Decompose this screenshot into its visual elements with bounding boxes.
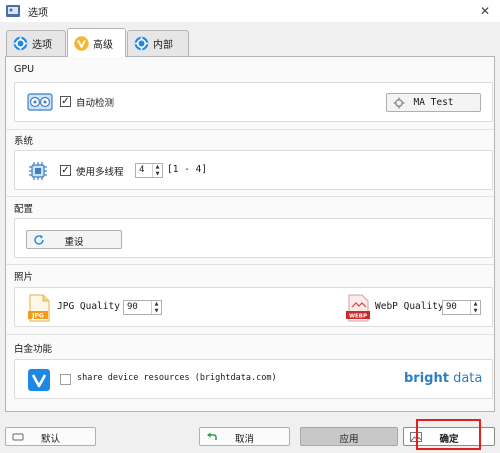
stepper-arrows: ▲ ▼	[152, 164, 162, 177]
webp-quality-label: WebP Quality	[375, 301, 444, 312]
chevron-down-icon[interactable]: ▼	[471, 308, 480, 315]
gpu-group: ✓ 自动检测 MA Test	[14, 82, 493, 122]
title-bar: 选项 ✕	[0, 0, 500, 22]
default-button[interactable]: 默认	[5, 427, 96, 446]
webp-quality-value: 90	[446, 302, 457, 312]
divider	[6, 334, 494, 335]
jpg-badge: JPG	[31, 313, 44, 320]
settings-panel: GPU ✓ 自动检测 MA Test 系统 ✓ 使用多线程 4 ▲ ▼ [1 -…	[5, 56, 495, 412]
multithread-checkbox[interactable]: ✓	[60, 165, 71, 176]
threads-value: 4	[139, 165, 145, 175]
tab-label: 内部	[153, 40, 173, 51]
gpu-card-icon	[27, 93, 53, 111]
reset-label: 重设	[64, 237, 84, 248]
stepper-arrows: ▲ ▼	[470, 301, 480, 314]
cancel-button[interactable]: 取消	[199, 427, 290, 446]
platinum-group: share device resources (brightdata.com) …	[14, 359, 493, 399]
jpg-quality-label: JPG Quality	[57, 301, 120, 312]
v-shield-icon	[28, 369, 50, 391]
gear-icon	[13, 36, 28, 51]
jpg-quality-stepper[interactable]: 90 ▲ ▼	[123, 300, 162, 315]
tab-internal[interactable]: 内部	[127, 30, 189, 56]
jpg-file-icon: JPG	[28, 294, 50, 322]
close-button[interactable]: ✕	[470, 0, 500, 22]
ma-test-label: MA Test	[413, 97, 454, 108]
ok-button[interactable]: 确定	[403, 427, 495, 446]
tab-label: 选项	[32, 40, 52, 51]
webp-file-icon: WEBP	[346, 294, 370, 322]
tab-options[interactable]: 选项	[6, 30, 66, 56]
app-icon	[6, 5, 20, 17]
multithread-label: 使用多线程	[76, 167, 124, 178]
share-resources-checkbox[interactable]	[60, 374, 71, 385]
tab-label: 高级	[93, 39, 113, 51]
ma-test-button[interactable]: MA Test	[386, 93, 481, 112]
share-resources-label: share device resources (brightdata.com)	[77, 373, 277, 383]
jpg-quality-value: 90	[127, 302, 138, 312]
chevron-down-icon[interactable]: ▼	[153, 171, 162, 178]
config-group: 重设	[14, 218, 493, 258]
divider	[6, 264, 494, 265]
gear-icon	[134, 36, 149, 51]
apply-button[interactable]: 应用	[300, 427, 398, 446]
divider	[6, 129, 494, 130]
chevron-down-icon[interactable]: ▼	[152, 308, 161, 315]
photo-group: JPG JPG Quality 90 ▲ ▼ WEBP WebP Quality…	[14, 287, 493, 327]
section-title-platinum: 白金功能	[14, 344, 53, 355]
cancel-label: 取消	[234, 434, 254, 445]
apply-label: 应用	[339, 434, 359, 445]
window-title: 选项	[28, 8, 48, 19]
auto-detect-label: 自动检测	[76, 98, 115, 109]
reset-button[interactable]: 重设	[26, 230, 122, 249]
threads-stepper[interactable]: 4 ▲ ▼	[135, 163, 163, 178]
section-title-photo: 照片	[14, 272, 34, 283]
tab-advanced[interactable]: 高级	[67, 28, 126, 57]
stepper-arrows: ▲ ▼	[151, 301, 161, 314]
default-label: 默认	[40, 434, 60, 445]
section-title-config: 配置	[14, 204, 34, 215]
ok-label: 确定	[439, 434, 459, 445]
section-title-gpu: GPU	[14, 64, 35, 75]
threads-range: [1 - 4]	[167, 164, 208, 175]
auto-detect-checkbox[interactable]: ✓	[60, 96, 71, 107]
webp-badge: WEBP	[349, 314, 367, 320]
webp-quality-stepper[interactable]: 90 ▲ ▼	[442, 300, 481, 315]
brightdata-logo: bright data	[404, 371, 483, 386]
section-title-system: 系统	[14, 136, 34, 147]
divider	[6, 196, 494, 197]
system-group: ✓ 使用多线程 4 ▲ ▼ [1 - 4]	[14, 150, 493, 190]
cpu-chip-icon	[29, 162, 47, 180]
v-shield-icon	[74, 35, 89, 51]
